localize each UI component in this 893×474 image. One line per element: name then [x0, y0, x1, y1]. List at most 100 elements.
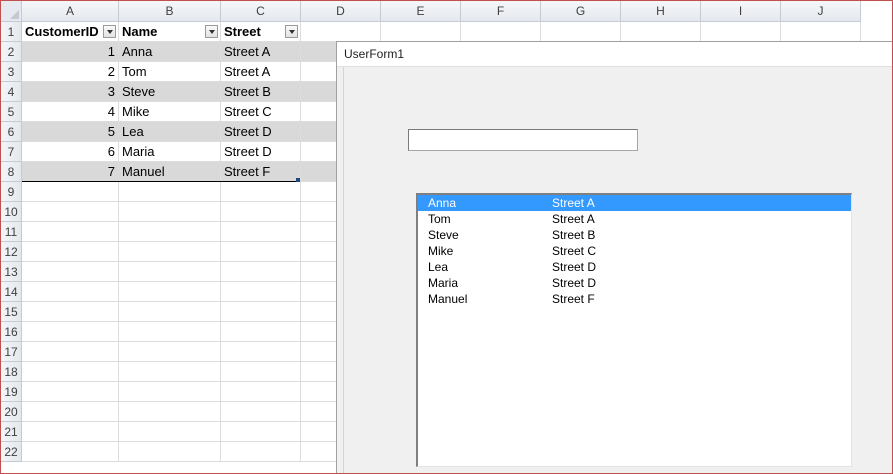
filter-dropdown-icon[interactable] — [205, 25, 218, 38]
cell[interactable] — [119, 262, 221, 282]
row-header[interactable]: 15 — [1, 302, 22, 322]
row-header[interactable]: 10 — [1, 202, 22, 222]
search-textbox[interactable] — [408, 129, 638, 151]
row-header[interactable]: 20 — [1, 402, 22, 422]
cell[interactable] — [119, 242, 221, 262]
cell[interactable] — [221, 182, 301, 202]
row-header[interactable]: 19 — [1, 382, 22, 402]
cell[interactable] — [701, 22, 781, 42]
select-all-corner[interactable] — [1, 1, 22, 22]
row-header[interactable]: 17 — [1, 342, 22, 362]
cell[interactable] — [221, 222, 301, 242]
column-header-j[interactable]: J — [781, 1, 861, 22]
row-header[interactable]: 18 — [1, 362, 22, 382]
cell-street[interactable]: Street A — [221, 62, 301, 82]
cell[interactable] — [119, 442, 221, 462]
cell-name[interactable]: Anna — [119, 42, 221, 62]
cell[interactable] — [22, 322, 119, 342]
column-header-i[interactable]: I — [701, 1, 781, 22]
column-header-f[interactable]: F — [461, 1, 541, 22]
cell-street[interactable]: Street D — [221, 122, 301, 142]
row-header[interactable]: 5 — [1, 102, 22, 122]
row-header[interactable]: 3 — [1, 62, 22, 82]
cell[interactable] — [119, 422, 221, 442]
list-item[interactable]: Manuel Street F — [418, 291, 851, 307]
row-header[interactable]: 8 — [1, 162, 22, 182]
header-cell-name[interactable]: Name — [119, 22, 221, 42]
cell-name[interactable]: Lea — [119, 122, 221, 142]
cell[interactable] — [119, 202, 221, 222]
cell[interactable] — [301, 22, 381, 42]
column-header-a[interactable]: A — [22, 1, 119, 22]
cell[interactable] — [381, 22, 461, 42]
cell-customerid[interactable]: 3 — [22, 82, 119, 102]
cell[interactable] — [22, 302, 119, 322]
row-header[interactable]: 9 — [1, 182, 22, 202]
cell-customerid[interactable]: 1 — [22, 42, 119, 62]
cell[interactable] — [119, 362, 221, 382]
cell[interactable] — [119, 382, 221, 402]
cell[interactable] — [22, 422, 119, 442]
row-header[interactable]: 21 — [1, 422, 22, 442]
cell[interactable] — [22, 402, 119, 422]
customer-listbox[interactable]: Anna Street A Tom Street A Steve Street … — [416, 193, 852, 467]
cell[interactable] — [119, 342, 221, 362]
cell-customerid[interactable]: 7 — [22, 162, 119, 182]
row-header[interactable]: 7 — [1, 142, 22, 162]
column-header-d[interactable]: D — [301, 1, 381, 22]
cell-street[interactable]: Street D — [221, 142, 301, 162]
cell[interactable] — [221, 402, 301, 422]
row-header[interactable]: 2 — [1, 42, 22, 62]
cell-street[interactable]: Street C — [221, 102, 301, 122]
row-header[interactable]: 14 — [1, 282, 22, 302]
cell[interactable] — [119, 322, 221, 342]
cell[interactable] — [119, 402, 221, 422]
filter-dropdown-icon[interactable] — [103, 25, 116, 38]
row-header[interactable]: 13 — [1, 262, 22, 282]
cell[interactable] — [781, 22, 861, 42]
cell[interactable] — [22, 202, 119, 222]
cell[interactable] — [221, 202, 301, 222]
cell-street[interactable]: Street F — [221, 162, 301, 182]
cell[interactable] — [221, 242, 301, 262]
cell-name[interactable]: Tom — [119, 62, 221, 82]
header-cell-customerid[interactable]: CustomerID — [22, 22, 119, 42]
cell[interactable] — [22, 282, 119, 302]
column-header-e[interactable]: E — [381, 1, 461, 22]
cell[interactable] — [621, 22, 701, 42]
cell[interactable] — [221, 442, 301, 462]
row-header[interactable]: 1 — [1, 22, 22, 42]
cell[interactable] — [221, 382, 301, 402]
cell[interactable] — [22, 362, 119, 382]
cell[interactable] — [22, 222, 119, 242]
row-header[interactable]: 22 — [1, 442, 22, 462]
column-header-h[interactable]: H — [621, 1, 701, 22]
cell-customerid[interactable]: 6 — [22, 142, 119, 162]
list-item[interactable]: Maria Street D — [418, 275, 851, 291]
header-cell-street[interactable]: Street — [221, 22, 301, 42]
list-item[interactable]: Tom Street A — [418, 211, 851, 227]
cell[interactable] — [221, 322, 301, 342]
cell-street[interactable]: Street B — [221, 82, 301, 102]
cell[interactable] — [22, 182, 119, 202]
cell[interactable] — [221, 302, 301, 322]
cell[interactable] — [221, 282, 301, 302]
row-header[interactable]: 16 — [1, 322, 22, 342]
filter-dropdown-icon[interactable] — [285, 25, 298, 38]
cell[interactable] — [119, 302, 221, 322]
cell[interactable] — [541, 22, 621, 42]
list-item[interactable]: Steve Street B — [418, 227, 851, 243]
column-header-c[interactable]: C — [221, 1, 301, 22]
row-header[interactable]: 11 — [1, 222, 22, 242]
cell[interactable] — [461, 22, 541, 42]
cell-name[interactable]: Steve — [119, 82, 221, 102]
row-header[interactable]: 6 — [1, 122, 22, 142]
userform-titlebar[interactable]: UserForm1 — [337, 42, 892, 67]
column-header-g[interactable]: G — [541, 1, 621, 22]
cell[interactable] — [221, 342, 301, 362]
cell[interactable] — [119, 222, 221, 242]
cell-customerid[interactable]: 5 — [22, 122, 119, 142]
cell[interactable] — [22, 262, 119, 282]
cell[interactable] — [221, 422, 301, 442]
cell[interactable] — [22, 242, 119, 262]
